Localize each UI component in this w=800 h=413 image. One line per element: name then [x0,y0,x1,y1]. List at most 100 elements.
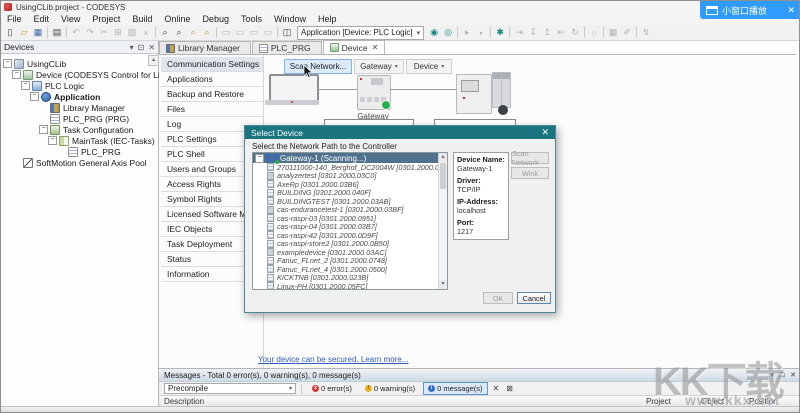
toolbar-icon[interactable] [216,27,217,38]
gateway-menu-button[interactable]: Gateway▾ [354,59,404,74]
editor-nav-item[interactable]: Applications [161,72,263,87]
expand-toggle-icon[interactable]: − [21,81,30,90]
copy-icon[interactable]: ⊞ [111,26,125,39]
network-device-row[interactable]: KICKTNB [0301.2000.023B] [253,274,447,283]
uncomment-icon[interactable]: ▭ [261,26,275,39]
paste-icon[interactable]: ▨ [125,26,139,39]
menu-item[interactable]: Edit [28,14,56,24]
gateway-root-row[interactable]: − Gateway-1 (Scanning...) [253,153,438,163]
network-device-row[interactable]: AxeRp [0301.2000.03B6] [253,180,447,189]
download-icon[interactable]: ✱ [493,26,507,39]
start-icon[interactable]: ▸ [460,26,474,39]
network-device-row[interactable]: cas-raspi-store2 [0301.2000.0B50] [253,240,447,249]
open-file-icon[interactable]: ▱ [17,26,31,39]
editor-nav-item[interactable]: Backup and Restore [161,87,263,102]
scroll-down-icon[interactable]: ▾ [439,280,447,289]
errors-filter-button[interactable]: x 0 error(s) [307,382,357,395]
panel-dropdown-icon[interactable]: ▾ [130,43,134,52]
close-icon[interactable]: ✕ [787,5,795,16]
cut-icon[interactable]: ✂ [97,26,111,39]
step-out-icon[interactable]: ↥ [540,26,554,39]
wink-button[interactable]: Wink [511,167,549,179]
panel-close-icon[interactable]: ✕ [790,371,796,379]
input-assistant-icon[interactable]: ◫ [280,26,294,39]
ok-button[interactable]: OK [483,292,513,304]
network-device-row[interactable]: cas-raspi-04 [0301.2000.03B7] [253,223,447,232]
clear-messages-icon[interactable]: ✕ [491,384,502,393]
network-device-row[interactable]: analyzertest [0301.2000.03C0] [253,172,447,181]
toolbar-icon[interactable] [490,27,491,38]
step-over-icon[interactable]: ⇥ [512,26,526,39]
network-device-row[interactable]: 270111000-140_Berghof_DC2004W [0301.2000… [253,163,447,172]
network-device-row[interactable]: Fanuc_FLnet_4 [0301.2000.0500] [253,265,447,274]
scan-network-button[interactable]: Scan Network... [284,59,352,74]
toolbar-icon[interactable] [603,27,604,38]
comment-icon[interactable]: ▭ [247,26,261,39]
document-tab[interactable]: Library Manager [159,41,251,54]
menu-item[interactable]: Debug [196,14,235,24]
messages-filter-button[interactable]: i 0 message(s) [423,382,487,395]
menu-item[interactable]: Tools [235,14,268,24]
scroll-up-icon[interactable]: ▴ [439,153,447,162]
device-security-link[interactable]: Your device can be secured. Learn more..… [258,355,408,364]
toolbar-icon[interactable] [584,27,585,38]
panel-pin-icon[interactable]: ⊡ [138,43,145,52]
document-tab[interactable]: PLC_PRG [252,41,322,54]
menu-item[interactable]: Online [158,14,196,24]
tab-close-icon[interactable]: ✕ [372,43,379,52]
indent-icon[interactable]: ▭ [219,26,233,39]
device-menu-button[interactable]: Device▾ [406,59,452,74]
network-device-row[interactable]: BUILDINGTEST [0301.2000.03AB] [253,197,447,206]
tree-item[interactable]: Library Manager [1,102,158,113]
tree-item[interactable]: − Task Configuration [1,124,158,135]
tree-item[interactable]: − UsingCLib [1,58,158,69]
cancel-button[interactable]: Cancel [517,292,551,304]
tree-item[interactable]: − MainTask (IEC-Tasks) [1,135,158,146]
menu-item[interactable]: Project [86,14,126,24]
toolbar-icon[interactable] [277,27,278,38]
tree-item[interactable]: PLC_PRG [1,146,158,157]
tree-item[interactable]: PLC_PRG (PRG) [1,113,158,124]
menu-item[interactable]: Build [126,14,158,24]
network-device-row[interactable]: cas-raspi-42 [0301.2000.0D9F] [253,231,447,240]
message-category-combo[interactable]: Precompile ▾ [164,383,296,394]
toolbar-icon[interactable] [155,27,156,38]
save-icon[interactable]: ▦ [31,26,45,39]
expand-toggle-icon[interactable]: − [3,59,12,68]
scrollbar-thumb[interactable] [440,163,446,189]
expand-toggle-icon[interactable]: − [39,125,48,134]
document-tab[interactable]: Device ✕ [323,40,386,54]
network-device-row[interactable]: cas-endurancetest-1 [0301.2000.03BF] [253,206,447,215]
toolbar-icon[interactable] [457,27,458,38]
network-device-row[interactable]: BUILDING [0301.2000.040F] [253,189,447,198]
menu-item[interactable]: Help [312,14,343,24]
column-description[interactable]: Description [164,397,204,406]
tree-item[interactable]: SoftMotion General Axis Pool [1,157,158,168]
undo-icon[interactable]: ↶ [69,26,83,39]
toolbar-icon[interactable] [636,27,637,38]
dialog-close-icon[interactable]: ✕ [541,127,549,138]
login-icon[interactable]: ◉ [427,26,441,39]
logout-icon[interactable]: ◎ [441,26,455,39]
network-device-row[interactable]: exampledevice [0301.2000.03AC] [253,248,447,257]
editor-nav-item[interactable]: Files [161,102,263,117]
flow-control-icon[interactable]: ▦ [606,26,620,39]
network-device-row[interactable]: Fanuc_FLnet_2 [0301.2000.0748] [253,257,447,266]
step-into-icon[interactable]: ↧ [526,26,540,39]
warnings-filter-button[interactable]: ! 0 warning(s) [360,382,420,395]
print-icon[interactable]: ▤ [50,26,64,39]
menu-item[interactable]: View [55,14,86,24]
write-values-icon[interactable]: ✐ [620,26,634,39]
redo-icon[interactable]: ↷ [83,26,97,39]
device-list-scrollbar[interactable]: ▴ ▾ [438,153,447,289]
tree-item[interactable]: − PLC Logic [1,80,158,91]
menu-item[interactable]: Window [268,14,312,24]
network-device-row[interactable]: cas-raspi-03 [0301.2000.0951] [253,214,447,223]
breakpoint-icon[interactable]: ○ [587,26,601,39]
find-next-icon[interactable]: ⌕ [172,26,186,39]
new-file-icon[interactable]: ▯ [3,26,17,39]
dialog-scan-network-button[interactable]: Scan Network [511,152,549,164]
expand-toggle-icon[interactable]: − [12,70,21,79]
delete-messages-icon[interactable]: ⊠ [504,384,515,393]
mini-player-badge[interactable]: 小窗口播放 ✕ [700,1,800,19]
